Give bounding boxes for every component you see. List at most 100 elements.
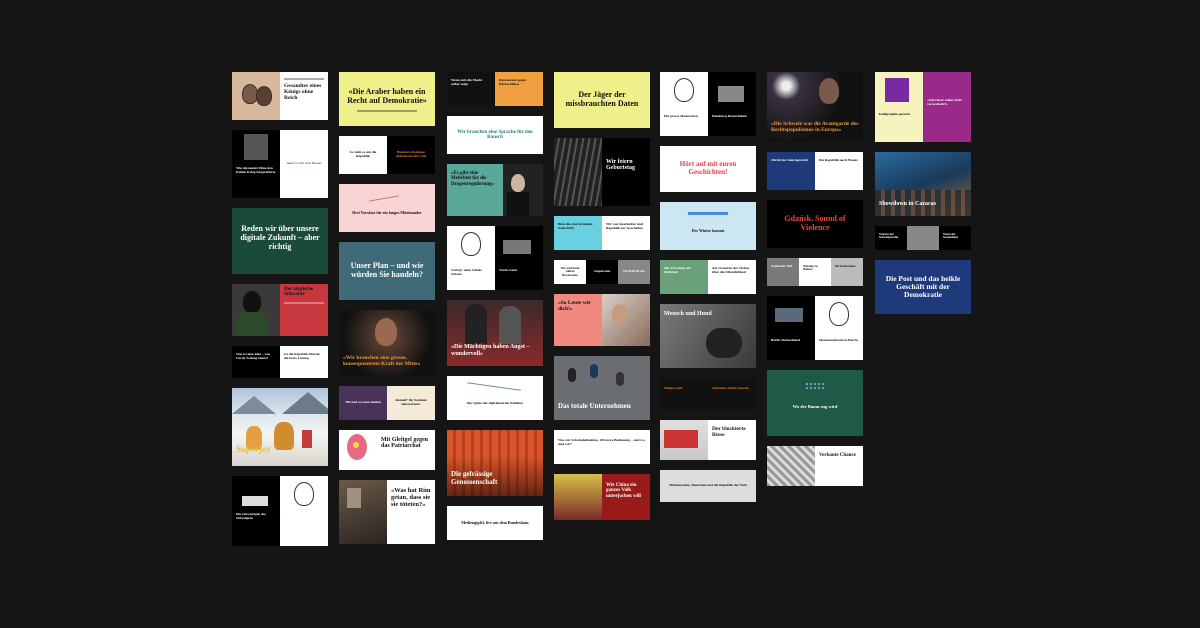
- column-5: Die grosse Moderation Hamburg-Deutschlan…: [660, 72, 756, 502]
- article-card[interactable]: Tilt und wo man landen Aktuell? Ihr Semi…: [339, 386, 435, 420]
- article-card[interactable]: Warum der Schwiegersohn Wenn der Sorgenk…: [875, 226, 971, 250]
- card-title: «Wir brauchen eine grosse, konsequentent…: [343, 354, 421, 367]
- article-card[interactable]: Wie wird Kein Aktion Bewusstsein Ausgebr…: [554, 260, 650, 284]
- card-text: Kalligraphie gerecht: [875, 72, 923, 142]
- article-card[interactable]: Die Spitze der digitalisierten Politiker: [447, 376, 543, 420]
- article-card[interactable]: Das totale Unternehmen: [554, 356, 650, 420]
- card-text: Die Schwierigen des Schweigens: [232, 476, 280, 546]
- article-card[interactable]: «Wir brauchen eine grosse, konsequentent…: [339, 310, 435, 376]
- card-title: «Die Mächtigen haben Angst – wundervoll»: [451, 344, 530, 357]
- card-meta: ·: [279, 254, 281, 260]
- article-card[interactable]: Wenn sich die Macht selber zeigt Demokra…: [447, 72, 543, 106]
- card-title: Der blockierte Riese: [712, 426, 746, 438]
- article-card[interactable]: Mit Vorschlag der Mehrheit Am Grund in d…: [660, 260, 756, 294]
- article-card[interactable]: Drei Vorsätze für ein langes Miteinander: [339, 184, 435, 232]
- article-card[interactable]: «Die Schweiz war die Avantgarde des Rech…: [767, 72, 863, 142]
- article-card[interactable]: So steht es um die Republik Hunderte Kol…: [339, 136, 435, 174]
- card-text: Hunderte Kollegen diskutieren fürs Ziel: [387, 136, 435, 174]
- card-text: Hamburg-Deutschland: [708, 72, 756, 136]
- article-card[interactable]: Der Winter kommt: [660, 202, 756, 250]
- article-card[interactable]: Wie Alexander Dinu den Kalten Krieg foto…: [232, 130, 328, 198]
- article-card[interactable]: Die gefrässige Genossenschaft: [447, 430, 543, 496]
- card-title: Gdańsk, Sound of Violence: [784, 214, 846, 232]
- article-card[interactable]: «Die Araber haben ein Recht auf Demokrat…: [339, 72, 435, 126]
- article-card[interactable]: Kapital der Welt Nieming zu Bunnos Die D…: [767, 258, 863, 286]
- person: [465, 304, 487, 344]
- card-text: Die Daten heute: [831, 258, 863, 286]
- article-card[interactable]: Superjoy: [232, 388, 328, 466]
- card-title: Schweizer Sucht Gesetze: [712, 386, 749, 390]
- photo: [554, 138, 602, 206]
- photo: [232, 284, 280, 336]
- article-card[interactable]: Was ist eine Idee – was Cardy Sedang Ide…: [232, 346, 328, 378]
- article-card[interactable]: Wir brauchen eine Sprache für den Rausch: [447, 116, 543, 154]
- card-text: Gesandter eines Königs ohne Reich: [280, 72, 328, 120]
- card-text: Berlin-Deutschland: [767, 296, 815, 360]
- portrait-body: [236, 312, 268, 336]
- article-card[interactable]: Hört auf mit euren Geschichten!: [660, 146, 756, 192]
- card-text: «Was hat Rim getan, dass sie sie töteten…: [387, 480, 435, 544]
- article-card[interactable]: Kalligraphie gerecht «Schweizer sollen n…: [875, 72, 971, 142]
- card-text: So steht es um die Republik: [339, 136, 387, 174]
- article-card[interactable]: Mensch und Hund: [660, 304, 756, 368]
- article-card[interactable]: Wie China ein ganzes Volk unterjochen wi…: [554, 474, 650, 520]
- article-card[interactable]: Der Jäger der missbrauchten Daten: [554, 72, 650, 128]
- card-title: Der Winter kommt: [691, 227, 725, 233]
- purple-square: [885, 78, 909, 102]
- card-text: Die Republik nach Monat: [815, 152, 863, 190]
- article-card[interactable]: Gdańsk, Sound of Violence: [767, 200, 863, 248]
- article-card[interactable]: Wir feiern Geburtstag: [554, 138, 650, 206]
- article-card[interactable]: Was zur Schwindelmahlen, 100 extra Bedie…: [554, 430, 650, 464]
- article-card[interactable]: Berlin-Deutschland Metamorphosen in Barr…: [767, 296, 863, 360]
- line-drawing-icon: [829, 302, 849, 326]
- card-text: «So Leute wie dich!»: [554, 294, 602, 346]
- article-card[interactable]: Mitmenschen, Menschen und die Republik d…: [660, 470, 756, 502]
- article-card[interactable]: Zürich im Gleichgewicht Die Republik nac…: [767, 152, 863, 190]
- article-card[interactable]: «Die Mächtigen haben Angst – wundervoll»: [447, 300, 543, 366]
- article-card[interactable]: Wo der Baum eng wird: [767, 370, 863, 436]
- portrait-face: [819, 78, 839, 104]
- dots-illustration: [805, 382, 825, 390]
- article-card[interactable]: «So Leute wie dich!»: [554, 294, 650, 346]
- article-card[interactable]: Gesandter eines Königs ohne Reich: [232, 72, 328, 120]
- article-card[interactable]: Unser Plan – und wie würden Sie handeln?: [339, 242, 435, 300]
- article-card[interactable]: Die Schwierigen des Schweigens ·: [232, 476, 328, 546]
- photo: [775, 308, 803, 322]
- card-title: Der atypische Schwarze: [284, 287, 314, 298]
- cartoon-figure: [353, 442, 359, 448]
- article-card[interactable]: Die Post und das heikle Geschäft mit der…: [875, 260, 971, 314]
- photo: [907, 226, 939, 250]
- article-card[interactable]: Der blockierte Riese: [660, 420, 756, 460]
- article-card[interactable]: Verbaute Chance: [767, 446, 863, 486]
- card-text: Verlegt: ohne Schule Schriet: [447, 226, 495, 290]
- article-card[interactable]: Verlegt: ohne Schule Schriet Vernis Ains…: [447, 226, 543, 290]
- article-card[interactable]: Mediengipfel, live aus dem Bundeshaus: [447, 506, 543, 540]
- card-title: Mitmenschen, Menschen und die Republik d…: [669, 483, 747, 488]
- portrait-face: [242, 290, 262, 314]
- card-title: Die Post und das heikle Geschäft mit der…: [885, 273, 961, 300]
- card-title: Drei Vorsätze für ein langes Miteinander: [352, 209, 422, 215]
- photo: [503, 164, 543, 216]
- card-title: Reden wir über unsere digitale Zukunft –…: [240, 224, 320, 251]
- card-title: Wahres und: [664, 386, 683, 390]
- article-card[interactable]: «Es gibt eine Mehrheit für die Drogenreg…: [447, 164, 543, 216]
- card-text: Wie China ein ganzes Volk unterjochen wi…: [602, 474, 650, 520]
- card-title: Ausgebrannt: [593, 269, 611, 274]
- article-card[interactable]: Showdown in Caracas: [875, 152, 971, 216]
- article-card[interactable]: Reden wir über unsere digitale Zukunft –…: [232, 208, 328, 274]
- truck: [664, 430, 698, 448]
- article-card[interactable]: Wahres und Schweizer Sucht Gesetze: [660, 378, 756, 410]
- article-card[interactable]: Mit Gleitgel gegen das Patriarchat: [339, 430, 435, 470]
- column-3: Wenn sich die Macht selber zeigt Demokra…: [447, 72, 543, 540]
- card-text: Kapital der Welt: [767, 258, 799, 286]
- article-card[interactable]: Der atypische Schwarze: [232, 284, 328, 336]
- article-card[interactable]: Bitte die eine Kriminal-Zeitschrift Wir …: [554, 216, 650, 250]
- photo: [718, 86, 744, 102]
- card-text: Metamorphosen in Barrio: [815, 296, 863, 360]
- card-text: Wenn sich die Macht selber zeigt: [447, 72, 495, 106]
- card-title: Hört auf mit euren Geschichten!: [679, 160, 737, 176]
- card-title: Die Spitze der digitalisierten Politiker: [466, 401, 524, 406]
- article-card[interactable]: Die grosse Moderation Hamburg-Deutschlan…: [660, 72, 756, 136]
- card-title: Wie Alexander Dinu den Kalten Krieg foto…: [236, 166, 276, 174]
- article-card[interactable]: «Was hat Rim getan, dass sie sie töteten…: [339, 480, 435, 544]
